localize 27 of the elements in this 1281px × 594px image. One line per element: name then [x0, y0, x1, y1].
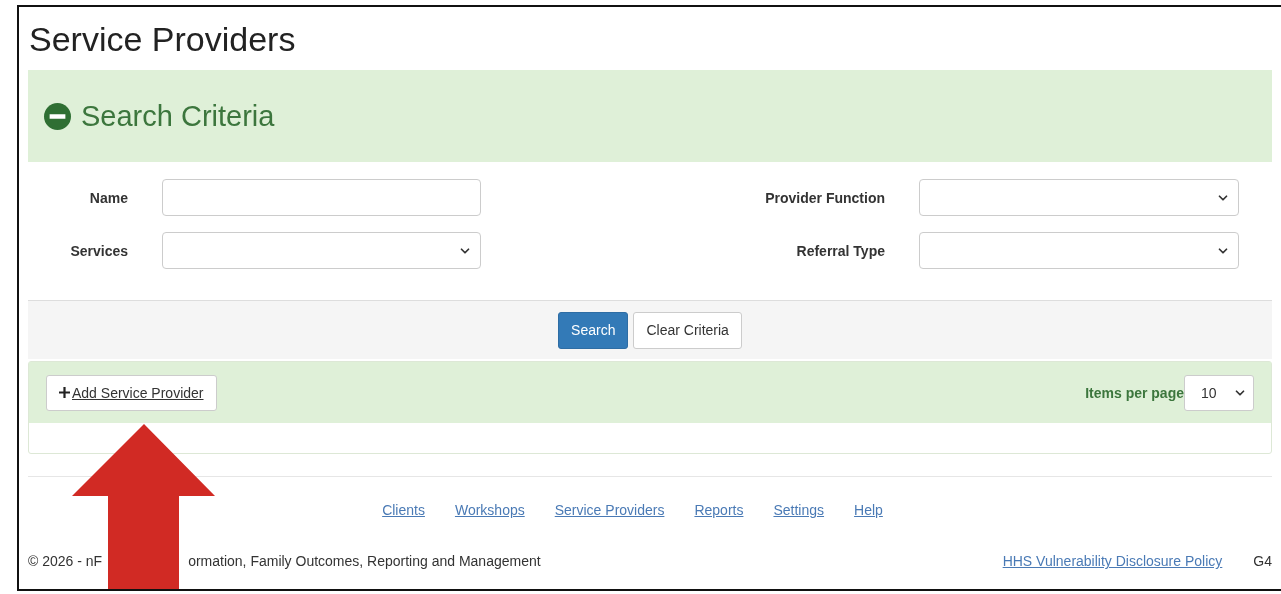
dropdown-select[interactable] [162, 232, 481, 270]
footer-link[interactable]: Service Providers [554, 502, 665, 519]
name-input[interactable] [162, 179, 481, 217]
dropdown-select[interactable] [919, 179, 1239, 217]
footer-link[interactable]: Clients [382, 502, 425, 519]
footer-link[interactable]: Settings [773, 502, 825, 519]
plus-icon [59, 387, 70, 399]
field-label: Name [88, 189, 128, 206]
page-title: Service Providers [29, 21, 297, 59]
dropdown-select[interactable] [919, 232, 1239, 270]
footer-link[interactable]: Help [854, 502, 883, 519]
field-label: Provider Function [764, 189, 885, 206]
add-button[interactable]: Add Service Provider [46, 374, 217, 411]
items-per-page-select[interactable]: 10 [1184, 374, 1254, 411]
search-button[interactable]: Search [558, 311, 629, 349]
footer-link[interactable]: Reports [694, 502, 744, 519]
copyright-text: © 2026 - nF [28, 553, 103, 570]
clear-button[interactable]: Clear Criteria [633, 311, 742, 349]
collapse-icon[interactable] [44, 102, 71, 130]
footer-link[interactable]: Workshops [454, 502, 525, 519]
field-label: Services [69, 242, 128, 259]
version-text: G4 [1253, 553, 1272, 570]
policy-link[interactable]: HHS Vulnerability Disclosure Policy [1002, 553, 1223, 570]
panel-title: Search Criteria [81, 99, 275, 133]
copyright-text: ormation, Family Outcomes, Reporting and Management [188, 553, 541, 570]
field-label: Referral Type [795, 242, 885, 259]
items-per-page-label: Items per page [1085, 384, 1184, 401]
